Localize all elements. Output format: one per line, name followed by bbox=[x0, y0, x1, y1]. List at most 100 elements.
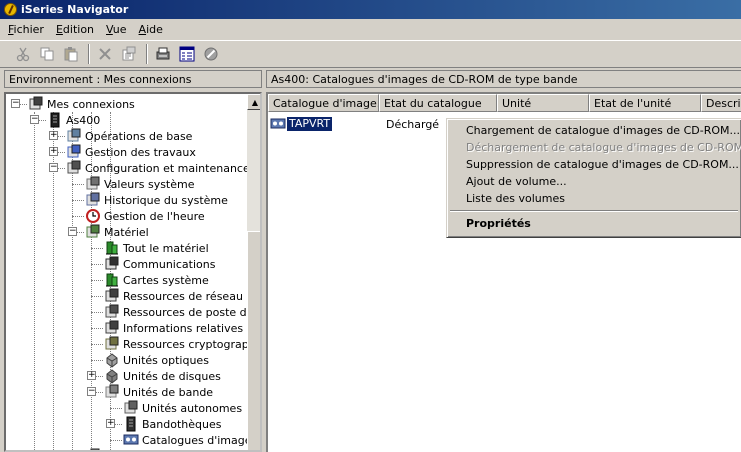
history-icon bbox=[86, 192, 100, 206]
collapse-icon[interactable]: − bbox=[68, 227, 77, 236]
hardware-icon bbox=[86, 224, 100, 238]
all-hardware-icon bbox=[106, 241, 118, 255]
tree-item[interactable]: Matériel bbox=[85, 224, 149, 240]
tree-connector bbox=[110, 440, 122, 441]
tree-item-label: Mes connexions bbox=[47, 97, 135, 111]
menu-item-properties[interactable]: Propriétés bbox=[449, 215, 739, 232]
paste-button[interactable] bbox=[60, 43, 82, 65]
navigation-tree[interactable]: Mes connexions − As400− Opérations de base +… bbox=[4, 92, 262, 452]
expand-icon[interactable]: + bbox=[106, 419, 115, 428]
menu-edition[interactable]: Edition bbox=[50, 23, 100, 36]
tree-connector bbox=[91, 264, 103, 265]
tree-item[interactable]: Informations relatives au bbox=[104, 320, 260, 336]
toolbar-separator bbox=[146, 44, 148, 64]
view-button[interactable] bbox=[176, 43, 198, 65]
tree-item-label: Opérations de base bbox=[85, 129, 193, 143]
title-bar[interactable]: iSeries Navigator bbox=[0, 0, 741, 19]
column-header-unit[interactable]: Unité bbox=[497, 94, 589, 112]
tree-item[interactable]: Catalogues d'images c bbox=[123, 432, 262, 448]
tree-item[interactable]: Opérations de base bbox=[66, 128, 192, 144]
column-header-catalog[interactable]: Catalogue d'image... bbox=[268, 94, 379, 112]
tree-item-label: Unités optiques bbox=[123, 353, 209, 367]
tree-guide-line bbox=[34, 112, 35, 450]
tree-item-label: Ressources cryptographic bbox=[123, 337, 262, 351]
tree-item-label: Tout le matériel bbox=[123, 241, 209, 255]
catalog-state-cell: Déchargé bbox=[386, 117, 440, 131]
expand-icon[interactable]: + bbox=[49, 131, 58, 140]
paste-icon bbox=[64, 47, 78, 62]
collapse-icon[interactable]: − bbox=[49, 163, 58, 172]
lan-resources-icon bbox=[105, 288, 119, 302]
menu-item-add-volume[interactable]: Ajout de volume... bbox=[449, 173, 739, 190]
tree-item-label: As400 bbox=[66, 113, 101, 127]
collapse-icon[interactable]: − bbox=[87, 387, 96, 396]
properties-button[interactable] bbox=[118, 43, 140, 65]
scroll-up-button[interactable]: ▲ bbox=[247, 94, 260, 110]
tree-item[interactable]: Historique du système bbox=[85, 192, 228, 208]
tree-item[interactable]: Configuration et maintenance bbox=[66, 160, 250, 176]
tree-connector bbox=[91, 296, 103, 297]
stop-icon bbox=[204, 47, 218, 61]
tree-connector bbox=[91, 360, 103, 361]
copy-button[interactable] bbox=[36, 43, 58, 65]
column-header-description[interactable]: Descript bbox=[701, 94, 741, 112]
copy-icon bbox=[40, 47, 54, 61]
connections-icon bbox=[29, 96, 43, 110]
tree-item[interactable]: Unités autonomes bbox=[123, 400, 242, 416]
server-icon bbox=[50, 112, 60, 128]
tree-item[interactable]: Unités de bande bbox=[104, 384, 213, 400]
menu-fichier[interactable]: Fichier bbox=[2, 23, 50, 36]
tree-vertical-scrollbar[interactable]: ▲ bbox=[247, 94, 260, 450]
scroll-thumb[interactable] bbox=[247, 231, 260, 450]
cut-button[interactable] bbox=[12, 43, 34, 65]
tree-item[interactable]: Ressources de poste de t bbox=[104, 304, 260, 320]
menu-bar: Fichier Edition Vue Aide bbox=[0, 19, 741, 39]
tree-item[interactable]: Valeurs système bbox=[85, 176, 195, 192]
connect-button[interactable] bbox=[152, 43, 174, 65]
tree-item[interactable]: Ressources cryptographic bbox=[104, 336, 262, 352]
tree-item[interactable]: Cartes système bbox=[104, 272, 209, 288]
menu-vue[interactable]: Vue bbox=[100, 23, 133, 36]
tree-connector bbox=[91, 328, 103, 329]
toolbar bbox=[0, 40, 741, 68]
tree-item-label: Cartes système bbox=[123, 273, 209, 287]
tree-item[interactable]: Bandothèques bbox=[123, 416, 221, 432]
collapse-icon[interactable]: − bbox=[11, 99, 20, 108]
menu-aide[interactable]: Aide bbox=[133, 23, 169, 36]
expand-icon[interactable]: + bbox=[49, 147, 58, 156]
tree-item[interactable]: Tout le matériel bbox=[104, 240, 209, 256]
tree-item[interactable]: Unités optiques bbox=[104, 352, 209, 368]
tree-connector bbox=[110, 408, 122, 409]
delete-button[interactable] bbox=[94, 43, 116, 65]
tree-item[interactable]: Unités de disques bbox=[104, 368, 221, 384]
menu-item-load-catalog[interactable]: Chargement de catalogue d'images de CD-R… bbox=[449, 122, 740, 139]
system-cards-icon bbox=[106, 273, 118, 287]
tree-item[interactable]: Communications bbox=[104, 256, 215, 272]
menu-item-list-volumes[interactable]: Liste des volumes bbox=[449, 190, 739, 207]
tree-item[interactable]: Ressources de réseau loc bbox=[104, 288, 260, 304]
tree-item[interactable]: Mes connexions bbox=[28, 96, 135, 112]
app-icon bbox=[4, 3, 17, 16]
column-header-catalog-state[interactable]: Etat du catalogue bbox=[379, 94, 497, 112]
tree-item-label: Bandothèques bbox=[142, 417, 222, 431]
tree-item-label: Matériel bbox=[104, 225, 149, 239]
stop-button[interactable] bbox=[200, 43, 222, 65]
tree-connector bbox=[72, 200, 84, 201]
tree-item[interactable]: As400 bbox=[47, 112, 100, 128]
tree-item-label: Unités de disques bbox=[123, 369, 221, 383]
expand-icon[interactable]: + bbox=[87, 371, 96, 380]
tree-connector bbox=[72, 216, 84, 217]
tree-item[interactable]: Gestion des travaux bbox=[66, 144, 196, 160]
tree-item-label: Catalogues d'images c bbox=[142, 433, 262, 447]
catalog-name-cell: TAPVRT bbox=[287, 117, 333, 131]
tree-item-label: Gestion des travaux bbox=[85, 145, 196, 159]
tree-item[interactable]: Logiciels bbox=[85, 448, 151, 450]
collapse-icon[interactable]: − bbox=[30, 115, 39, 124]
crypto-icon bbox=[105, 336, 119, 350]
toolbar-separator bbox=[88, 44, 90, 64]
menu-item-delete-catalog[interactable]: Suppression de catalogue d'images de CD-… bbox=[449, 156, 739, 173]
table-row[interactable]: TAPVRT Déchargé bbox=[270, 116, 439, 132]
column-header-unit-state[interactable]: Etat de l'unité bbox=[589, 94, 701, 112]
tree-connector bbox=[91, 344, 103, 345]
tree-item[interactable]: Gestion de l'heure bbox=[85, 208, 205, 224]
